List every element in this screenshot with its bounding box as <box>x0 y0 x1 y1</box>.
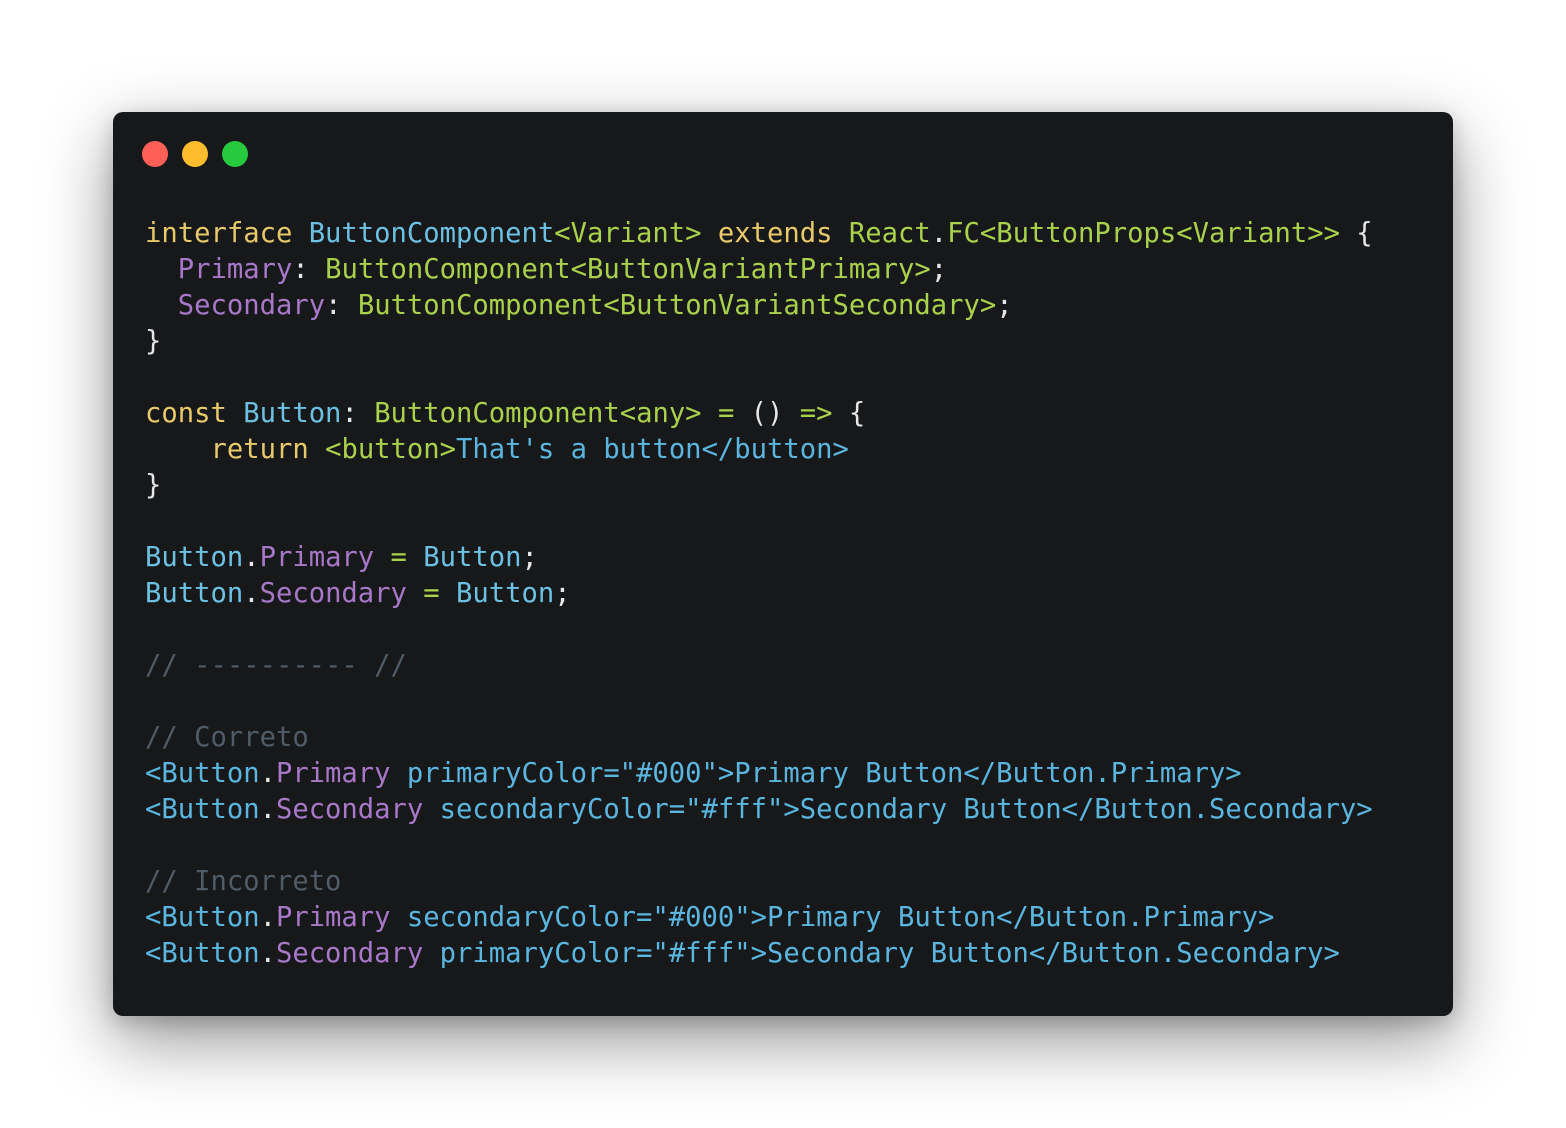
code-token: : <box>325 290 358 321</box>
code-token: Button <box>456 578 555 609</box>
code-line: // Correto <box>145 720 1373 756</box>
code-line: return <button>That's a button</button> <box>145 432 1373 468</box>
code-token: </button> <box>701 434 849 465</box>
code-line: const Button: ButtonComponent<any> = () … <box>145 396 1373 432</box>
code-token: () <box>734 398 800 429</box>
code-line: Button.Primary = Button; <box>145 540 1373 576</box>
code-token: React <box>848 218 931 249</box>
code-window: interface ButtonComponent<Variant> exten… <box>113 112 1453 1016</box>
code-token: <Button <box>145 938 260 969</box>
code-line: <Button.Primary primaryColor="#000">Prim… <box>145 756 1373 792</box>
code-token: <Button <box>145 758 260 789</box>
code-line: // Incorreto <box>145 864 1373 900</box>
code-line: } <box>145 324 1373 360</box>
code-token: => <box>799 398 833 429</box>
code-line: <Button.Primary secondaryColor="#000">Pr… <box>145 900 1373 936</box>
code-token: <Variant> <box>554 218 702 249</box>
code-token: } <box>145 470 162 501</box>
code-token: = <box>390 542 407 573</box>
code-token: Primary <box>275 758 391 789</box>
code-token: ButtonComponent <box>308 218 555 249</box>
code-token: Button <box>423 542 522 573</box>
code-token: . <box>259 938 276 969</box>
code-token: interface <box>145 218 309 249</box>
code-token: ; <box>521 542 538 573</box>
code-block: interface ButtonComponent<Variant> exten… <box>145 216 1373 972</box>
code-line: Button.Secondary = Button; <box>145 576 1373 612</box>
code-token: secondaryColor="#000">Primary Button</Bu… <box>390 902 1275 933</box>
code-token: : <box>341 398 375 429</box>
code-line: } <box>145 468 1373 504</box>
code-token: const <box>145 398 244 429</box>
code-token: : <box>292 254 326 285</box>
code-line: Secondary: ButtonComponent<ButtonVariant… <box>145 288 1373 324</box>
code-token: Button <box>145 578 244 609</box>
code-token: // Incorreto <box>145 866 342 897</box>
code-token: = <box>423 578 440 609</box>
code-token: Primary <box>275 902 391 933</box>
code-token: Secondary <box>177 290 326 321</box>
code-token: ButtonComponent<ButtonVariantSecondary> <box>357 290 997 321</box>
code-token: ; <box>996 290 1013 321</box>
code-token: // Correto <box>145 722 309 753</box>
code-token: FC<ButtonProps<Variant>> <box>947 218 1340 249</box>
code-token: // ---------- // <box>145 650 407 681</box>
code-token: That's a button <box>456 434 702 465</box>
code-token: } <box>145 326 162 357</box>
code-line: <Button.Secondary primaryColor="#fff">Se… <box>145 936 1373 972</box>
code-token: . <box>259 758 276 789</box>
code-token: { <box>832 398 866 429</box>
code-token: ; <box>554 578 571 609</box>
code-token: . <box>930 218 948 249</box>
code-token: secondaryColor="#fff">Secondary Button</… <box>423 794 1373 825</box>
code-line: <Button.Secondary secondaryColor="#fff">… <box>145 792 1373 828</box>
code-line: Primary: ButtonComponent<ButtonVariantPr… <box>145 252 1373 288</box>
code-token: { <box>1339 218 1373 249</box>
code-token: extends <box>717 218 833 249</box>
code-token: <button> <box>325 434 457 465</box>
code-token: . <box>259 794 276 825</box>
window-controls <box>142 141 248 167</box>
code-token: primaryColor="#fff">Secondary Button</Bu… <box>423 938 1340 969</box>
code-line: interface ButtonComponent<Variant> exten… <box>145 216 1373 252</box>
code-token: . <box>259 902 276 933</box>
code-token: = <box>717 398 735 429</box>
code-token: <Button <box>145 902 260 933</box>
code-token: Button <box>243 398 342 429</box>
code-token: primaryColor="#000">Primary Button</Butt… <box>390 758 1242 789</box>
code-token: ; <box>930 254 948 285</box>
code-token: Secondary <box>259 578 407 609</box>
code-token: Button <box>145 542 244 573</box>
zoom-button[interactable] <box>222 141 248 167</box>
code-token: Primary <box>177 254 293 285</box>
code-token: . <box>243 542 260 573</box>
code-token: Secondary <box>275 794 424 825</box>
code-token: ButtonComponent<any> <box>374 398 702 429</box>
code-token: . <box>243 578 260 609</box>
minimize-button[interactable] <box>182 141 208 167</box>
code-line: // ---------- // <box>145 648 1373 684</box>
code-token: Secondary <box>275 938 424 969</box>
code-token: return <box>210 434 309 465</box>
code-token: <Button <box>145 794 260 825</box>
code-token: Primary <box>259 542 375 573</box>
close-button[interactable] <box>142 141 168 167</box>
code-token: ButtonComponent<ButtonVariantPrimary> <box>325 254 931 285</box>
